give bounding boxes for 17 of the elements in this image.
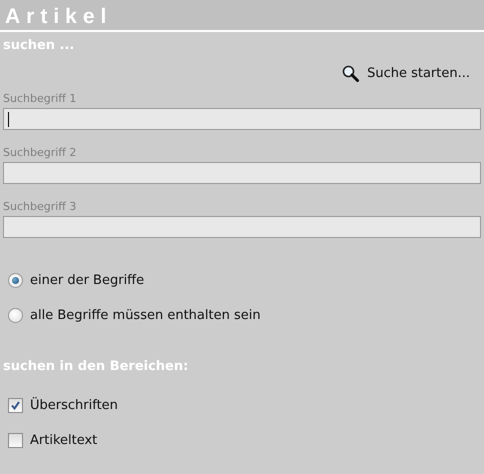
page-title: Artikel — [5, 4, 112, 30]
field-label: Suchbegriff 1 — [3, 92, 78, 106]
input-field[interactable] — [3, 108, 481, 130]
search-button[interactable]: Suche starten... — [342, 65, 470, 82]
option-label: einer der Begriffe — [30, 273, 144, 288]
search-icon — [342, 65, 360, 82]
option-label: Artikeltext — [30, 433, 98, 448]
field-label: Suchbegriff 2 — [3, 146, 78, 160]
input-field[interactable] — [3, 162, 481, 184]
radio-button[interactable] — [8, 273, 23, 288]
checkbox[interactable] — [8, 398, 23, 413]
input-field[interactable] — [3, 216, 481, 238]
checkbox[interactable] — [8, 433, 23, 448]
field-label: Suchbegriff 3 — [3, 200, 78, 214]
option-label: alle Begriffe müssen enthalten sein — [30, 308, 261, 323]
option-label: Überschriften — [30, 398, 118, 413]
radio-button[interactable] — [8, 308, 23, 323]
